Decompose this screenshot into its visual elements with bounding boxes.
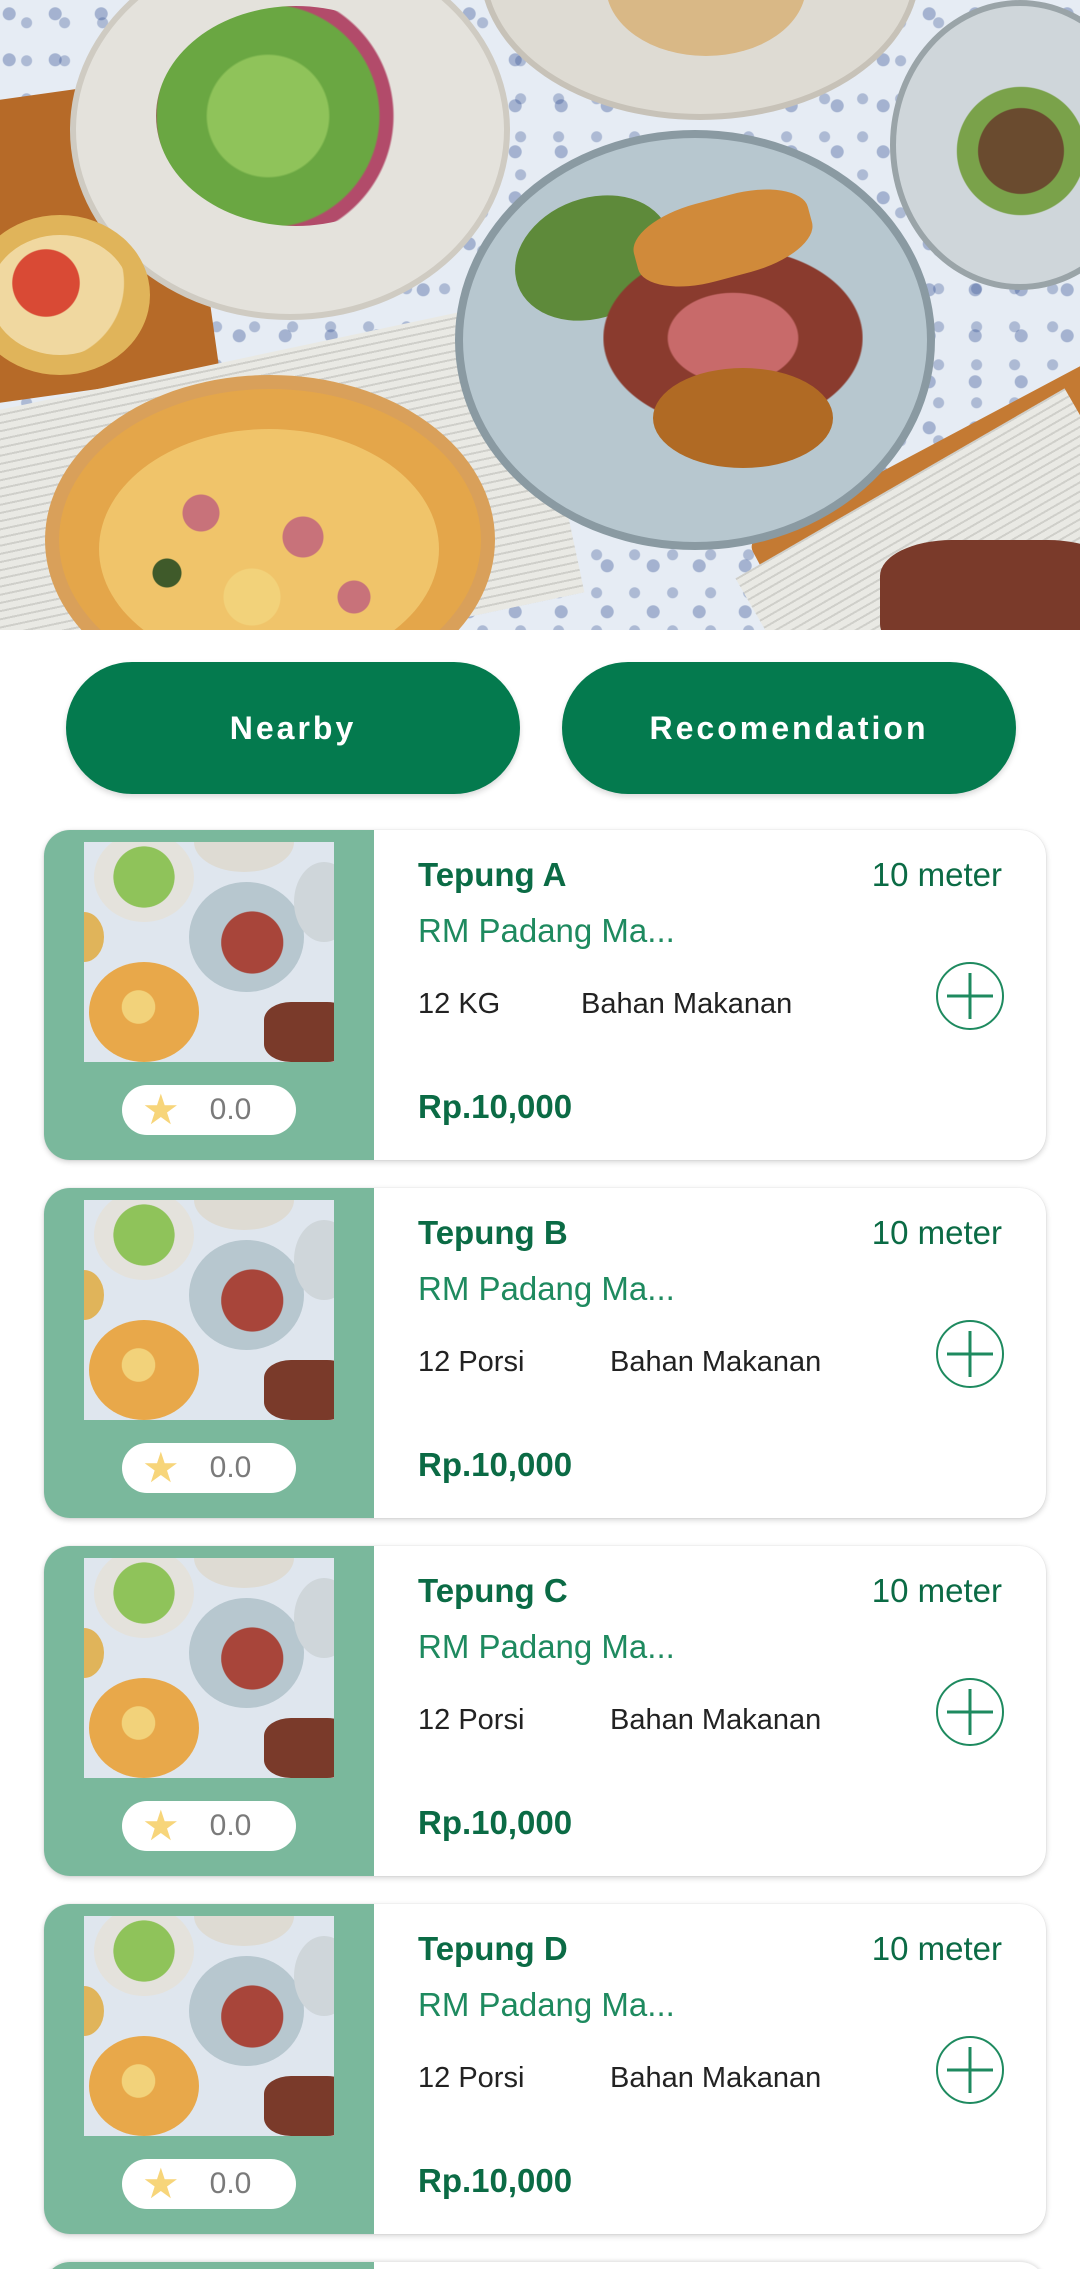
store-name: RM Padang Ma... bbox=[418, 1270, 675, 1307]
product-card-partial bbox=[44, 2262, 1046, 2269]
distance-label: 10 meter bbox=[871, 856, 1002, 893]
card-image-panel: ★ 0.0 bbox=[44, 1546, 374, 1876]
star-icon: ★ bbox=[142, 1085, 180, 1134]
card-image-panel: ★ 0.0 bbox=[44, 830, 374, 1160]
product-thumbnail bbox=[84, 1916, 334, 2136]
store-name: RM Padang Ma... bbox=[418, 912, 675, 949]
product-card[interactable]: ★ 0.0 Tepung A 10 meter RM Padang Ma... … bbox=[44, 830, 1046, 1160]
star-icon: ★ bbox=[142, 2159, 180, 2208]
card-image-panel: ★ 0.0 bbox=[44, 1904, 374, 2234]
rating-badge: ★ 0.0 bbox=[122, 2159, 296, 2209]
card-image-panel: ★ 0.0 bbox=[44, 1188, 374, 1518]
rating-badge: ★ 0.0 bbox=[122, 1801, 296, 1851]
add-to-cart-button[interactable] bbox=[936, 962, 1004, 1030]
price-label: Rp.10,000 bbox=[418, 1088, 573, 1125]
store-name: RM Padang Ma... bbox=[418, 1628, 675, 1665]
distance-label: 10 meter bbox=[871, 1214, 1002, 1251]
product-thumbnail bbox=[84, 842, 334, 1062]
rating-value: 0.0 bbox=[209, 2167, 252, 2200]
add-to-cart-button[interactable] bbox=[936, 1320, 1004, 1388]
tab-nearby[interactable]: Nearby bbox=[66, 662, 520, 794]
product-name: Tepung C bbox=[418, 1572, 568, 1609]
category-label: Bahan Makanan bbox=[610, 1346, 822, 1378]
rating-value: 0.0 bbox=[209, 1451, 252, 1484]
category-label: Bahan Makanan bbox=[610, 1704, 822, 1736]
product-card[interactable]: ★ 0.0 Tepung C 10 meter RM Padang Ma... … bbox=[44, 1546, 1046, 1876]
distance-label: 10 meter bbox=[871, 1572, 1002, 1609]
product-thumbnail bbox=[84, 1200, 334, 1420]
category-label: Bahan Makanan bbox=[610, 2062, 822, 2094]
price-label: Rp.10,000 bbox=[418, 1446, 573, 1483]
side-plate bbox=[890, 0, 1080, 290]
star-icon: ★ bbox=[142, 1443, 180, 1492]
product-name: Tepung D bbox=[418, 1930, 568, 1967]
product-thumbnail bbox=[84, 1558, 334, 1778]
rating-badge: ★ 0.0 bbox=[122, 1443, 296, 1493]
product-card[interactable]: ★ 0.0 Tepung B 10 meter RM Padang Ma... … bbox=[44, 1188, 1046, 1518]
quantity-label: 12 Porsi bbox=[418, 2062, 525, 2094]
rating-badge: ★ 0.0 bbox=[122, 1085, 296, 1135]
grilled-meat bbox=[880, 540, 1080, 630]
product-name: Tepung B bbox=[418, 1214, 568, 1251]
quantity-label: 12 KG bbox=[418, 988, 501, 1020]
add-to-cart-button[interactable] bbox=[936, 2036, 1004, 2104]
star-icon: ★ bbox=[142, 1801, 180, 1850]
quantity-label: 12 Porsi bbox=[418, 1704, 525, 1736]
add-to-cart-button[interactable] bbox=[936, 1678, 1004, 1746]
store-name: RM Padang Ma... bbox=[418, 1986, 675, 2023]
product-name: Tepung A bbox=[418, 856, 567, 893]
price-label: Rp.10,000 bbox=[418, 2162, 573, 2199]
distance-label: 10 meter bbox=[871, 1930, 1002, 1967]
category-label: Bahan Makanan bbox=[581, 988, 793, 1020]
price-label: Rp.10,000 bbox=[418, 1804, 573, 1841]
rating-value: 0.0 bbox=[209, 1093, 252, 1126]
rating-value: 0.0 bbox=[209, 1809, 252, 1842]
quantity-label: 12 Porsi bbox=[418, 1346, 525, 1378]
steak-plate bbox=[455, 130, 935, 550]
tab-recomendation[interactable]: Recomendation bbox=[562, 662, 1016, 794]
hero-food-image bbox=[0, 0, 1080, 630]
product-card[interactable]: ★ 0.0 Tepung D 10 meter RM Padang Ma... … bbox=[44, 1904, 1046, 2234]
pasta-plate bbox=[480, 0, 920, 120]
